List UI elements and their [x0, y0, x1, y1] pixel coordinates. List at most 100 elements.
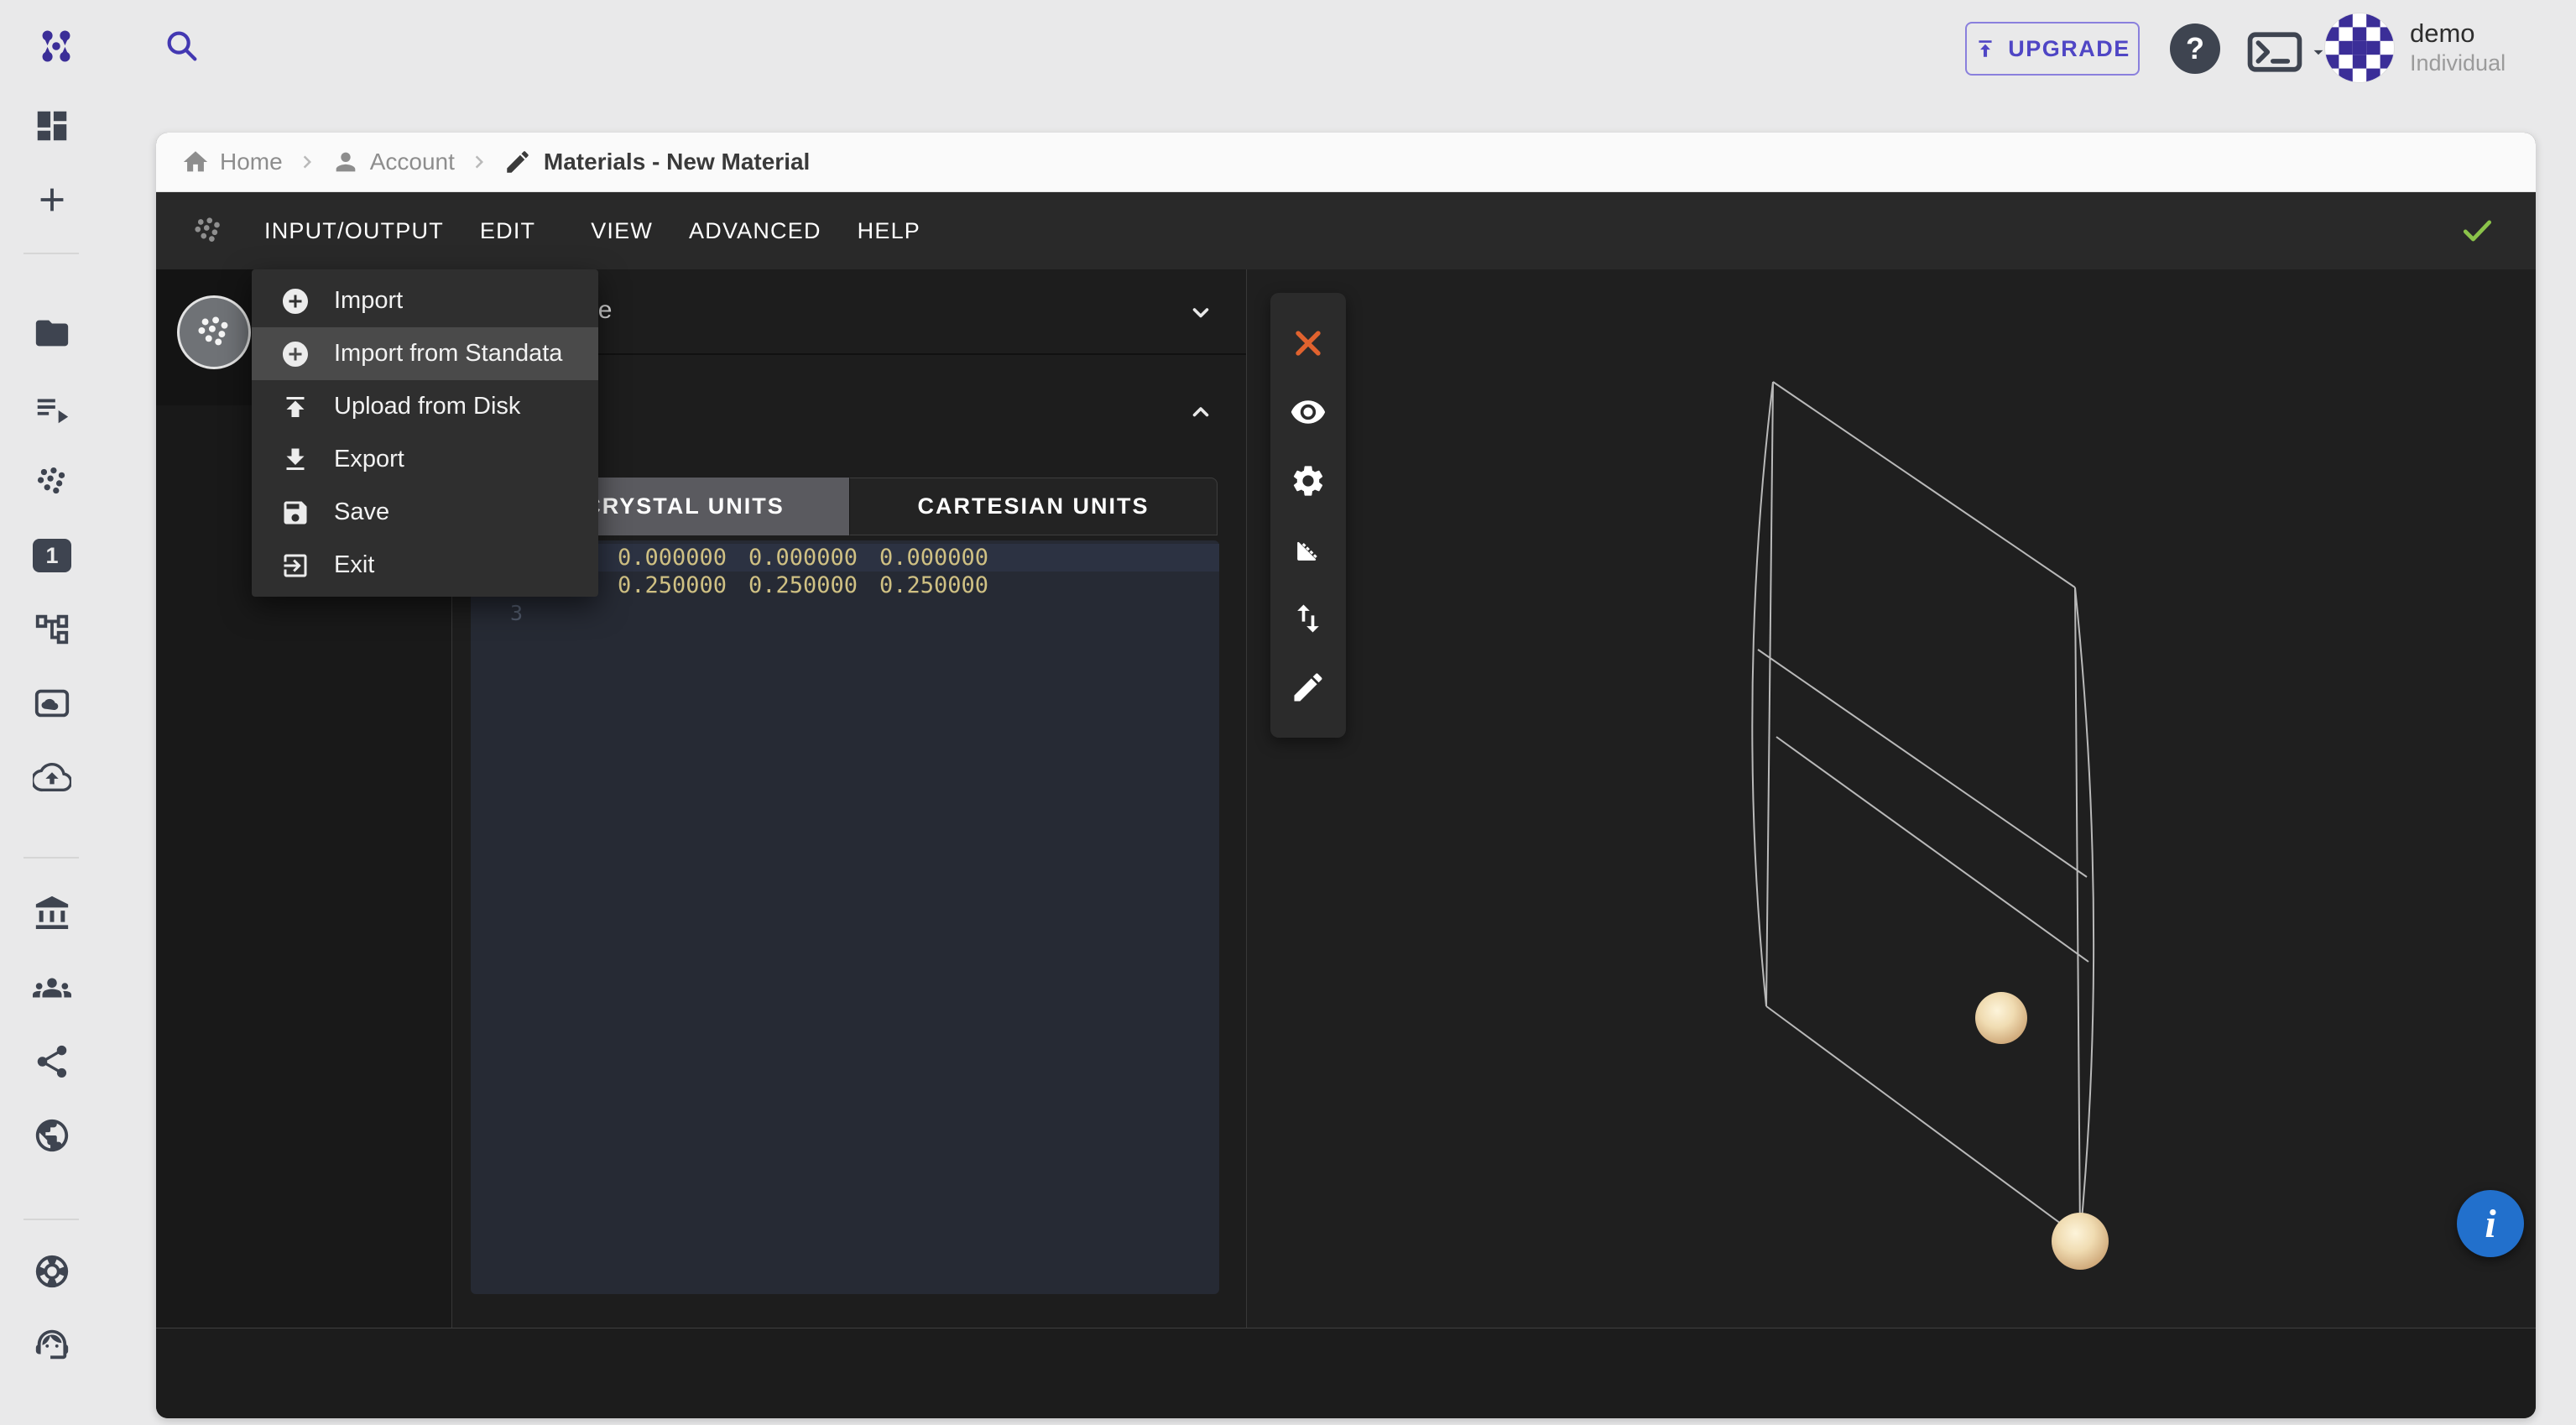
coord-x: 0.250000: [618, 572, 748, 598]
check-icon[interactable]: [2459, 212, 2495, 249]
upgrade-label: UPGRADE: [2008, 36, 2130, 62]
filter-one-label: 1: [45, 543, 58, 569]
sidebar-item-jobs-playlist[interactable]: [33, 389, 71, 428]
menu-item-import[interactable]: Import: [252, 274, 598, 327]
save-icon: [280, 498, 310, 528]
materials-dots-icon: [193, 311, 235, 353]
crystal-3d-scene[interactable]: [1247, 269, 2536, 1329]
swap-vertical-icon[interactable]: [1290, 600, 1327, 637]
help-button[interactable]: ?: [2170, 23, 2220, 74]
help-glyph: ?: [2186, 31, 2204, 66]
app-root: UPGRADE ? demo Individual: [0, 0, 2576, 1425]
coord-y: 0.000000: [748, 545, 879, 571]
visibility-eye-icon[interactable]: [1290, 394, 1327, 431]
settings-gear-icon[interactable]: [1290, 462, 1327, 499]
close-icon[interactable]: [1290, 325, 1327, 362]
menu-view[interactable]: VIEW: [591, 218, 653, 244]
user-plan: Individual: [2410, 49, 2506, 77]
upgrade-arrow-icon: [1974, 36, 1996, 61]
viewer-toolbar: [1270, 293, 1346, 738]
tab-crystal-units-label: CRYSTAL UNITS: [584, 493, 785, 519]
person-icon: [331, 148, 360, 176]
viewer-column: i: [1247, 269, 2536, 1328]
measure-ruler-icon[interactable]: [1290, 531, 1327, 568]
user-name: demo: [2410, 18, 2506, 49]
add-circle-icon: [280, 286, 310, 316]
sidebar-divider: [23, 253, 79, 254]
basis-code-editor[interactable]: 1 0.000000 0.000000 0.000000 2 0.250000 …: [471, 540, 1219, 1294]
home-icon: [181, 148, 210, 176]
editor-line: 3: [471, 599, 1219, 627]
upload-icon: [280, 392, 310, 422]
breadcrumb-current-label: Materials - New Material: [544, 149, 810, 175]
menu-item-label: Save: [334, 498, 389, 526]
expand-less-icon[interactable]: [1186, 396, 1216, 426]
sidebar-divider: [23, 857, 79, 859]
menu-help[interactable]: HELP: [858, 218, 920, 244]
terminal-icon: [2247, 32, 2302, 72]
download-icon: [280, 445, 310, 475]
info-glyph: i: [2485, 1201, 2495, 1247]
console-menu-button[interactable]: [2247, 32, 2329, 72]
card-footer: [156, 1328, 2536, 1418]
breadcrumb: Home Account Materials - New Material: [156, 133, 2536, 192]
material-item-button[interactable]: [177, 295, 251, 369]
menu-item-label: Import from Standata: [334, 340, 562, 368]
sidebar-item-support-wheel[interactable]: [33, 1252, 71, 1291]
sidebar-item-support-agent[interactable]: [33, 1325, 71, 1364]
expand-more-icon[interactable]: [1186, 297, 1216, 327]
menu-item-save[interactable]: Save: [252, 486, 598, 539]
edit-pencil-icon: [503, 148, 532, 176]
breadcrumb-home[interactable]: Home: [181, 148, 283, 176]
search-icon[interactable]: [163, 27, 201, 65]
sidebar-item-add[interactable]: [33, 180, 71, 219]
sidebar-divider: [23, 1219, 79, 1220]
line-number: 3: [471, 601, 534, 625]
atom-sphere: [1975, 992, 2027, 1044]
sidebar-item-globe[interactable]: [33, 1116, 71, 1155]
chevron-right-icon: [295, 149, 320, 175]
sidebar-item-groups[interactable]: [33, 968, 71, 1007]
materials-dots-icon: [190, 213, 226, 248]
designer-menubar: INPUT/OUTPUT EDIT VIEW ADVANCED HELP: [156, 192, 2536, 269]
mat3ra-logo-icon[interactable]: [35, 25, 77, 67]
sidebar-item-filter-one[interactable]: 1: [33, 539, 71, 572]
tab-cartesian-units-label: CARTESIAN UNITS: [917, 493, 1149, 519]
coord-y: 0.250000: [748, 572, 879, 598]
input-output-menu: Import Import from Standata Upload from …: [252, 269, 598, 597]
breadcrumb-account[interactable]: Account: [331, 148, 455, 176]
edit-pencil-icon[interactable]: [1290, 669, 1327, 706]
coord-z: 0.000000: [879, 545, 1010, 571]
user-menu[interactable]: demo Individual: [2410, 18, 2506, 77]
chevron-right-icon: [467, 149, 492, 175]
sidebar-item-cloud-upload[interactable]: [33, 758, 71, 796]
coord-x: 0.000000: [618, 545, 748, 571]
menu-input-output[interactable]: INPUT/OUTPUT: [264, 218, 444, 244]
menu-item-exit[interactable]: Exit: [252, 539, 598, 592]
sidebar-item-share[interactable]: [33, 1042, 71, 1081]
menu-item-label: Upload from Disk: [334, 393, 520, 420]
atom-sphere: [2052, 1213, 2109, 1270]
menu-item-label: Import: [334, 287, 403, 315]
sidebar-item-materials-dots[interactable]: [33, 462, 71, 501]
breadcrumb-account-label: Account: [370, 149, 455, 175]
menu-item-import-from-standata[interactable]: Import from Standata: [252, 327, 598, 380]
upgrade-button[interactable]: UPGRADE: [1965, 22, 2140, 76]
add-circle-icon: [280, 339, 310, 369]
menu-item-label: Export: [334, 446, 404, 473]
menu-item-upload-from-disk[interactable]: Upload from Disk: [252, 380, 598, 433]
sidebar-item-media[interactable]: [33, 684, 71, 723]
tab-cartesian-units[interactable]: CARTESIAN UNITS: [849, 478, 1218, 535]
menu-edit[interactable]: EDIT: [480, 218, 535, 244]
info-button[interactable]: i: [2457, 1190, 2524, 1257]
sidebar-item-projects-folder[interactable]: [33, 314, 71, 352]
sidebar-item-bank[interactable]: [33, 895, 71, 933]
menu-advanced[interactable]: ADVANCED: [689, 218, 821, 244]
user-avatar[interactable]: [2324, 13, 2395, 83]
coord-z: 0.250000: [879, 572, 1010, 598]
exit-icon: [280, 551, 310, 581]
menu-item-label: Exit: [334, 551, 374, 579]
menu-item-export[interactable]: Export: [252, 433, 598, 486]
sidebar-item-workflows-tree[interactable]: [33, 610, 71, 649]
sidebar-item-dashboard[interactable]: [33, 107, 71, 145]
